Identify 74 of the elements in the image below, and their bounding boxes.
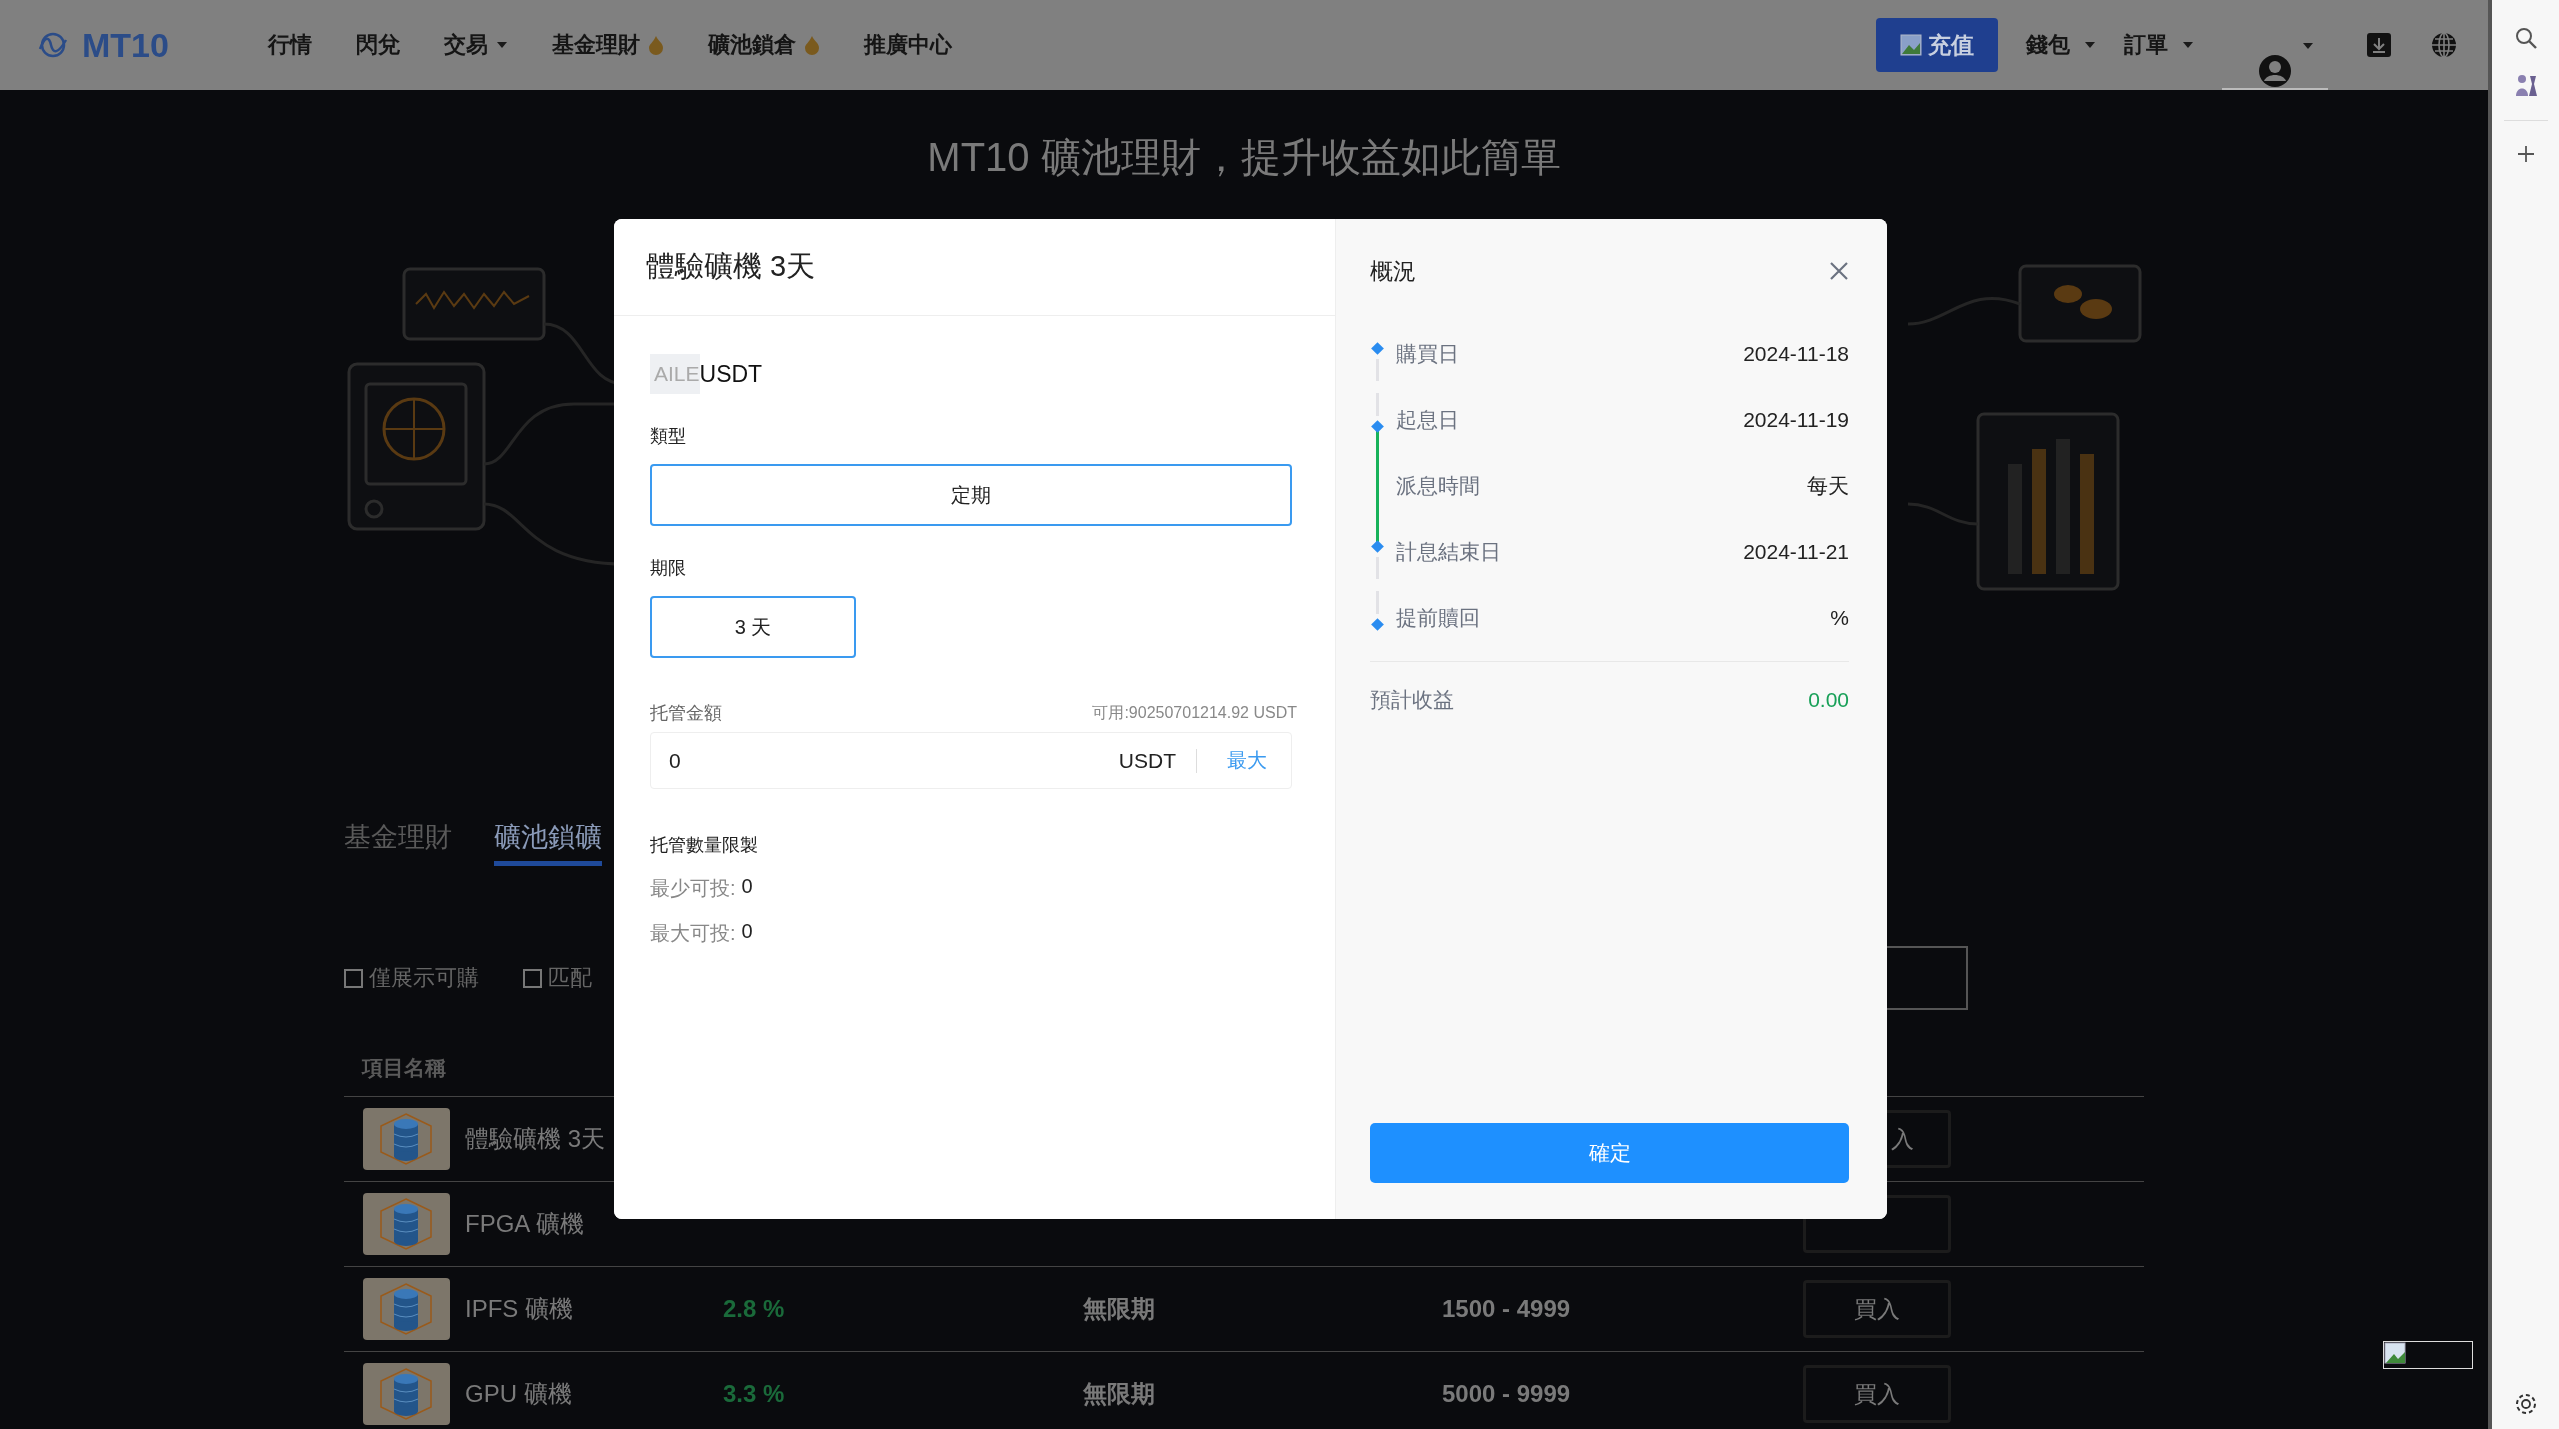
currency-name: USDT bbox=[699, 360, 763, 388]
page-headline: MT10 礦池理財，提升收益如此簡單 bbox=[926, 134, 1562, 181]
database-icon bbox=[363, 1108, 450, 1170]
deposit-button[interactable]: 充值 bbox=[1876, 18, 1998, 72]
confirm-button[interactable]: 確定 bbox=[1370, 1123, 1849, 1183]
nav-menu[interactable]: 錢包 bbox=[2026, 30, 2096, 60]
nav-menu[interactable]: 訂單 bbox=[2124, 30, 2194, 60]
period-value: 無限期 bbox=[1083, 1295, 1155, 1322]
coin-badge: AILE bbox=[650, 354, 700, 394]
dialog-title: 體驗礦機 3天 bbox=[646, 249, 816, 284]
broken-image-icon bbox=[1900, 34, 1922, 56]
max-link[interactable]: 最大 bbox=[1227, 747, 1267, 774]
limit-value: 0 bbox=[741, 875, 753, 899]
product-name: FPGA 礦機 bbox=[465, 1209, 584, 1239]
field-label: 托管金額 bbox=[650, 702, 722, 725]
amount-range: 5000 - 9999 bbox=[1442, 1380, 1571, 1407]
estimate-label: 預計收益 bbox=[1370, 687, 1454, 713]
database-icon bbox=[363, 1193, 450, 1255]
database-icon bbox=[363, 1363, 450, 1425]
unit-label: USDT bbox=[1118, 748, 1176, 773]
type-option[interactable]: 定期 bbox=[650, 464, 1292, 526]
checkbox-label: 匹配 bbox=[548, 964, 592, 992]
limit-value: 0 bbox=[741, 920, 753, 944]
term-option[interactable]: 3 天 bbox=[650, 596, 856, 658]
section-label: 托管數量限製 bbox=[650, 834, 759, 857]
column-header: 項目名稱 bbox=[362, 1055, 446, 1081]
field-label: 期限 bbox=[650, 557, 687, 580]
caret-icon bbox=[2084, 41, 2096, 49]
buy-button[interactable]: 買入 bbox=[1803, 1365, 1951, 1423]
timeline-value: 2024-11-18 bbox=[1743, 342, 1849, 366]
timeline-label: 派息時間 bbox=[1396, 473, 1481, 499]
nav-item[interactable]: 交易 bbox=[444, 30, 508, 60]
timeline-label: 購買日 bbox=[1396, 341, 1460, 367]
tab[interactable]: 礦池鎖礦 bbox=[494, 819, 602, 866]
tab[interactable]: 基金理財 bbox=[344, 819, 452, 866]
amount-range: 1500 - 4999 bbox=[1442, 1295, 1571, 1322]
period-value: 無限期 bbox=[1083, 1380, 1155, 1407]
database-icon bbox=[363, 1278, 450, 1340]
globe-icon[interactable] bbox=[2430, 31, 2458, 59]
nav-item[interactable]: 基金理財 bbox=[552, 30, 664, 60]
product-name: IPFS 礦機 bbox=[465, 1294, 573, 1324]
broken-image-icon bbox=[2383, 1341, 2473, 1369]
available-balance: 可用:90250701214.92 USDT bbox=[1092, 702, 1297, 723]
close-icon[interactable] bbox=[1829, 261, 1849, 281]
buy-button[interactable]: 買入 bbox=[1803, 1280, 1951, 1338]
amount-field[interactable]: 0 USDT 最大 bbox=[650, 732, 1292, 789]
caret-icon bbox=[2302, 42, 2314, 50]
nav-item[interactable]: 礦池鎖倉 bbox=[708, 30, 820, 60]
checkbox[interactable] bbox=[523, 968, 542, 988]
timeline-label: 計息結束日 bbox=[1396, 539, 1502, 565]
timeline-value: 2024-11-19 bbox=[1743, 408, 1849, 432]
limit-label: 最大可投: bbox=[650, 921, 736, 946]
timeline-value: 2024-11-21 bbox=[1743, 540, 1849, 564]
checkbox-label: 僅展示可購 bbox=[369, 964, 479, 992]
download-icon[interactable] bbox=[2366, 32, 2392, 58]
product-name: 體驗礦機 3天 bbox=[465, 1124, 605, 1154]
summary-title: 概況 bbox=[1370, 256, 1416, 286]
nav-item[interactable]: 行情 bbox=[268, 30, 312, 60]
caret-icon bbox=[2182, 41, 2194, 49]
product-name: GPU 礦機 bbox=[465, 1379, 572, 1409]
nav-item[interactable]: 閃兌 bbox=[356, 30, 400, 60]
search-icon[interactable] bbox=[2513, 26, 2538, 50]
limit-label: 最少可投: bbox=[650, 876, 736, 901]
estimate-value: 0.00 bbox=[1808, 688, 1849, 712]
rate-value: 3.3 % bbox=[723, 1380, 785, 1407]
rate-value: 2.8 % bbox=[723, 1295, 785, 1322]
checkbox[interactable] bbox=[344, 968, 363, 988]
timeline-label: 起息日 bbox=[1396, 407, 1460, 433]
timeline-label: 提前贖回 bbox=[1396, 605, 1481, 631]
field-label: 類型 bbox=[650, 425, 687, 448]
nav-item[interactable]: 推廣中心 bbox=[864, 30, 952, 60]
timeline-value: 每天 bbox=[1807, 473, 1849, 499]
wave-logo-icon bbox=[38, 32, 68, 58]
timeline-value: % bbox=[1830, 606, 1849, 630]
